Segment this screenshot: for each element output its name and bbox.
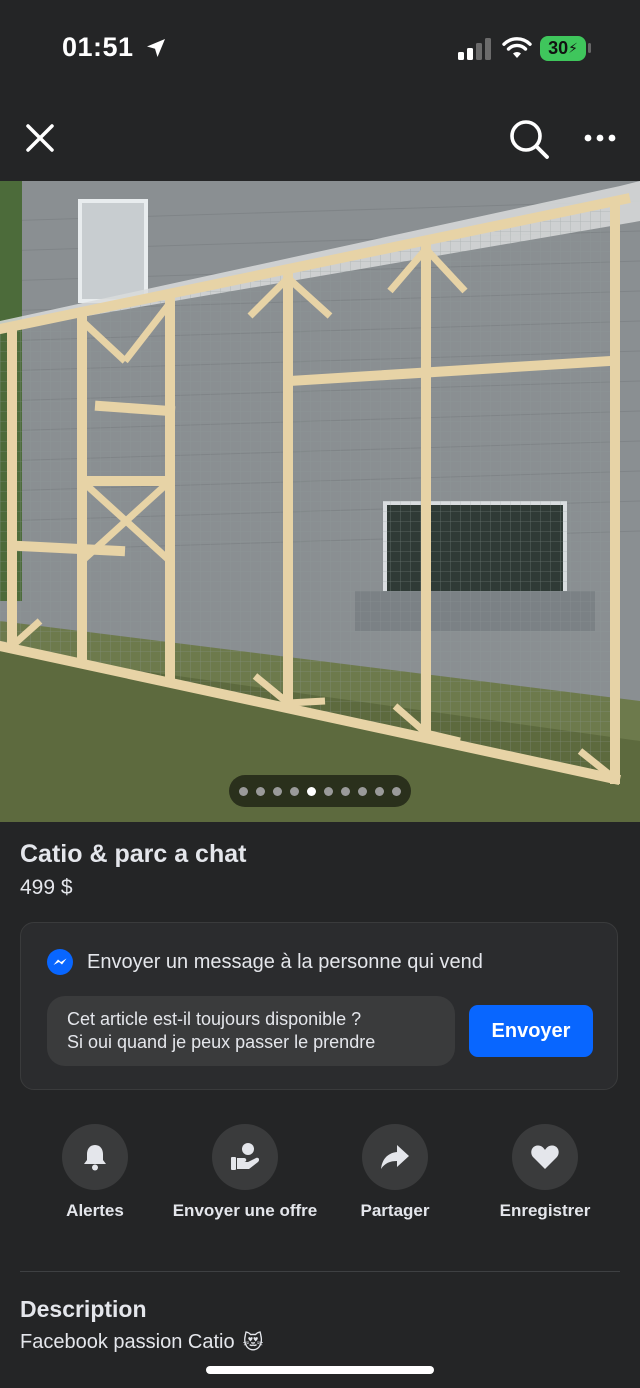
status-bar: 01:51 30 ⚡ [0, 0, 640, 100]
cellular-signal-icon [458, 38, 491, 60]
listing-photo[interactable] [0, 181, 640, 822]
photo-pager[interactable] [229, 775, 411, 807]
alerts-button[interactable]: Alertes [20, 1124, 170, 1221]
messenger-icon [47, 949, 73, 975]
top-nav-bar [0, 100, 640, 180]
save-button[interactable]: Enregistrer [470, 1124, 620, 1221]
pager-dot[interactable] [358, 786, 367, 796]
share-button-circle[interactable] [362, 1124, 428, 1190]
pager-dot[interactable] [375, 786, 384, 796]
description-text: Facebook passion Catio 😻 [20, 1330, 263, 1355]
section-divider [20, 1271, 620, 1272]
listing-price: 499 $ [20, 876, 73, 899]
description-heading: Description [20, 1296, 147, 1322]
alerts-label: Alertes [66, 1201, 124, 1220]
battery-level: 30 [548, 38, 569, 58]
pager-dot[interactable] [273, 786, 282, 796]
share-label: Partager [360, 1201, 430, 1220]
home-indicator[interactable] [206, 1366, 434, 1374]
pager-dot[interactable] [324, 786, 333, 796]
pager-dot[interactable] [307, 786, 316, 796]
offer-icon [231, 1143, 260, 1170]
heart-icon [531, 1145, 559, 1169]
message-input-line-1: Cet article est-il toujours disponible ? [67, 1009, 362, 1029]
listing-title: Catio & parc a chat [20, 840, 247, 868]
make-offer-label: Envoyer une offre [172, 1201, 318, 1220]
more-options-icon[interactable] [580, 128, 620, 148]
cat-heart-eyes-emoji: 😻 [242, 1332, 264, 1354]
alerts-button-circle[interactable] [62, 1124, 128, 1190]
save-label: Enregistrer [499, 1201, 591, 1220]
share-button[interactable]: Partager [320, 1124, 470, 1221]
save-button-circle[interactable] [512, 1124, 578, 1190]
pager-dot[interactable] [239, 786, 248, 796]
search-icon[interactable] [506, 116, 552, 162]
pager-dot[interactable] [341, 786, 350, 796]
pager-dot[interactable] [256, 786, 265, 796]
battery-tip [588, 43, 591, 53]
location-arrow-icon [147, 39, 165, 57]
description-body: Facebook passion Catio [20, 1331, 235, 1353]
wifi-icon [502, 37, 532, 58]
battery-charging-icon: 30 ⚡ [540, 36, 586, 61]
pager-dot[interactable] [392, 786, 401, 796]
pager-dot[interactable] [290, 786, 299, 796]
make-offer-button-circle[interactable] [212, 1124, 278, 1190]
message-input-line-2: Si oui quand je peux passer le prendre [67, 1032, 376, 1052]
message-seller-card: Envoyer un message à la personne qui ven… [20, 922, 618, 1090]
share-icon [381, 1145, 409, 1169]
status-time: 01:51 [62, 32, 134, 62]
message-heading-label: Envoyer un message à la personne qui ven… [87, 950, 483, 973]
message-heading: Envoyer un message à la personne qui ven… [47, 949, 483, 975]
close-icon[interactable] [20, 118, 60, 158]
make-offer-button[interactable]: Envoyer une offre [170, 1124, 320, 1221]
message-input[interactable]: Cet article est-il toujours disponible ?… [47, 996, 455, 1066]
send-button[interactable]: Envoyer [469, 1005, 593, 1057]
action-row: Alertes Envoyer une offre Partager Enreg… [20, 1124, 620, 1254]
bell-icon [84, 1145, 106, 1171]
